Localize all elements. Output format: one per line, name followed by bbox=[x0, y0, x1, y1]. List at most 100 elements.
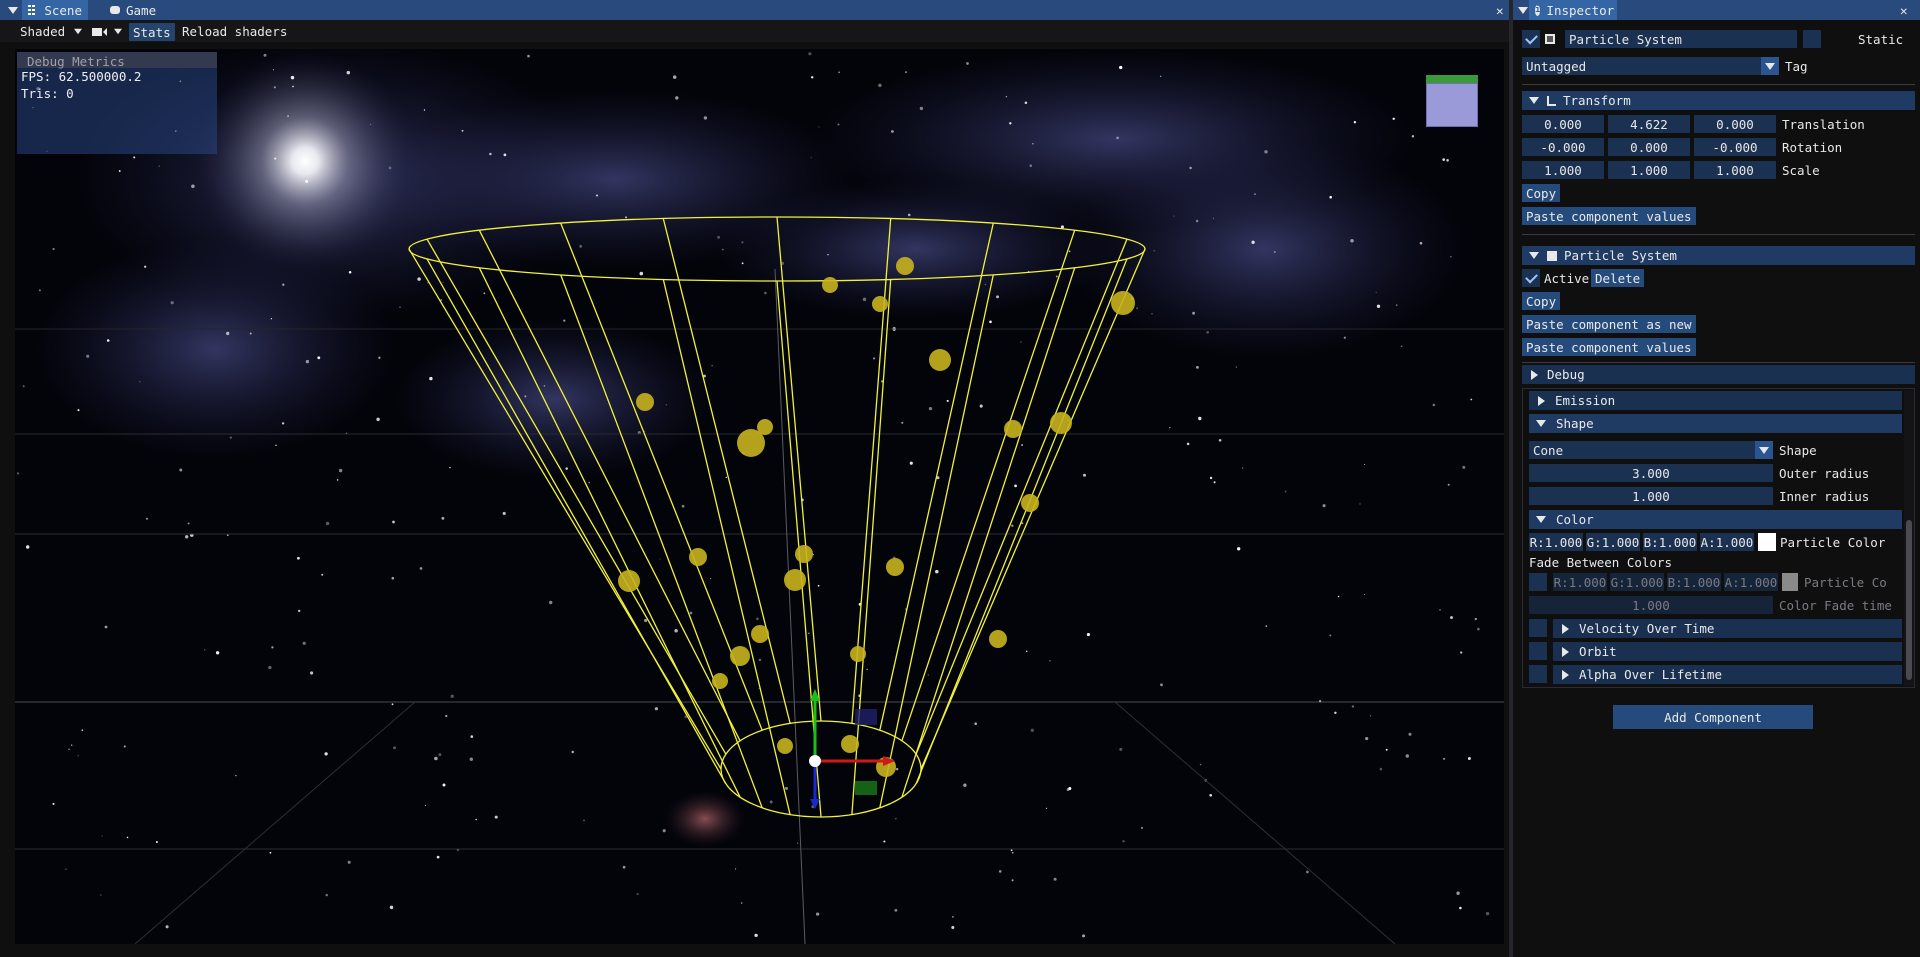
translation-z-field[interactable]: 0.000 bbox=[1694, 115, 1776, 133]
star bbox=[838, 71, 841, 74]
star bbox=[123, 745, 126, 748]
tab-scene[interactable]: Scene bbox=[22, 0, 88, 20]
star bbox=[77, 409, 80, 412]
object-enabled-checkbox[interactable] bbox=[1522, 30, 1540, 48]
particle-color2-label: Particle Co bbox=[1804, 574, 1887, 590]
color-g-field[interactable]: G:1.000 bbox=[1586, 533, 1640, 551]
stats-button[interactable]: Stats bbox=[129, 23, 175, 41]
translation-y-field[interactable]: 4.622 bbox=[1608, 115, 1690, 133]
star bbox=[810, 76, 814, 79]
star bbox=[1011, 879, 1014, 882]
color-swatch[interactable] bbox=[1758, 533, 1776, 551]
reload-shaders-button[interactable]: Reload shaders bbox=[178, 23, 291, 40]
star bbox=[862, 297, 867, 302]
tab-game[interactable]: Game bbox=[104, 0, 166, 20]
star bbox=[1439, 609, 1441, 611]
rotation-z-field[interactable]: -0.000 bbox=[1694, 138, 1776, 156]
static-label: Static bbox=[1858, 31, 1904, 47]
star bbox=[133, 156, 136, 159]
close-icon[interactable]: ✕ bbox=[1894, 0, 1914, 20]
scale-z-field[interactable]: 1.000 bbox=[1694, 161, 1776, 179]
paste-as-new-button[interactable]: Paste component as new bbox=[1522, 315, 1696, 333]
color2-b-field[interactable]: B:1.000 bbox=[1667, 573, 1721, 591]
star bbox=[22, 385, 25, 388]
transform-header[interactable]: Transform bbox=[1522, 91, 1915, 110]
camera-dropdown[interactable] bbox=[88, 23, 127, 40]
star bbox=[636, 892, 639, 896]
transform-copy-button[interactable]: Copy bbox=[1522, 184, 1561, 202]
particle bbox=[784, 569, 806, 591]
particle bbox=[896, 257, 914, 275]
star bbox=[837, 123, 840, 126]
star bbox=[263, 53, 267, 57]
color-b-field[interactable]: B:1.000 bbox=[1643, 533, 1697, 551]
delete-component-button[interactable]: Delete bbox=[1591, 269, 1645, 287]
shape-type-dropdown[interactable]: Cone bbox=[1529, 441, 1761, 459]
star bbox=[1365, 737, 1369, 741]
star bbox=[741, 262, 744, 265]
add-component-button[interactable]: Add Component bbox=[1613, 705, 1813, 729]
color-a-field[interactable]: A:1.000 bbox=[1700, 533, 1754, 551]
object-name-field[interactable]: Particle System bbox=[1565, 30, 1797, 48]
triangle-down-icon bbox=[8, 6, 18, 14]
tag-dropdown[interactable]: Untagged bbox=[1522, 57, 1768, 75]
orbit-header[interactable]: Orbit bbox=[1553, 642, 1902, 661]
star bbox=[489, 152, 492, 156]
star bbox=[588, 481, 590, 484]
scene-render[interactable] bbox=[15, 49, 1504, 944]
transform-paste-values-button[interactable]: Paste component values bbox=[1522, 207, 1696, 225]
particle bbox=[989, 630, 1007, 648]
emission-header-label: Emission bbox=[1555, 393, 1616, 408]
scene-viewport[interactable]: Debug Metrics FPS: 62.500000.2 Tris: 0 bbox=[15, 49, 1504, 944]
color2-g-field[interactable]: G:1.000 bbox=[1610, 573, 1664, 591]
color2-a-field[interactable]: A:1.000 bbox=[1724, 573, 1778, 591]
color-r-field[interactable]: R:1.000 bbox=[1529, 533, 1583, 551]
color-header[interactable]: Color bbox=[1529, 510, 1902, 529]
window-menu-button[interactable] bbox=[4, 0, 22, 20]
alpha-over-lifetime-checkbox[interactable] bbox=[1529, 665, 1547, 683]
camera-icon bbox=[92, 27, 102, 36]
inner-radius-field[interactable]: 1.000 bbox=[1529, 487, 1773, 505]
star bbox=[1045, 807, 1048, 810]
chevron-down-icon bbox=[74, 28, 83, 35]
star bbox=[271, 646, 274, 649]
scrollbar-thumb[interactable] bbox=[1906, 520, 1912, 680]
scale-y-field[interactable]: 1.000 bbox=[1608, 161, 1690, 179]
static-checkbox[interactable] bbox=[1803, 30, 1821, 48]
color-fade-time-field[interactable]: 1.000 bbox=[1529, 596, 1773, 614]
outer-radius-field[interactable]: 3.000 bbox=[1529, 464, 1773, 482]
debug-metrics-window[interactable]: Debug Metrics FPS: 62.500000.2 Tris: 0 bbox=[17, 52, 217, 154]
tag-dropdown-arrow[interactable] bbox=[1761, 57, 1779, 75]
alpha-over-lifetime-header[interactable]: Alpha Over Lifetime bbox=[1553, 665, 1902, 684]
velocity-over-time-header[interactable]: Velocity Over Time bbox=[1553, 619, 1902, 638]
close-icon[interactable]: ✕ bbox=[1490, 0, 1510, 20]
scale-x-field[interactable]: 1.000 bbox=[1522, 161, 1604, 179]
rotation-label: Rotation bbox=[1782, 139, 1843, 155]
star bbox=[1068, 250, 1071, 253]
shape-header[interactable]: Shape bbox=[1529, 414, 1902, 433]
shading-mode-dropdown[interactable]: Shaded bbox=[16, 23, 87, 40]
tab-inspector[interactable]: i Inspector bbox=[1529, 0, 1617, 20]
rotation-x-field[interactable]: -0.000 bbox=[1522, 138, 1604, 156]
star bbox=[571, 750, 574, 754]
star bbox=[1446, 159, 1449, 162]
shape-dropdown-arrow[interactable] bbox=[1755, 441, 1773, 459]
velocity-over-time-checkbox[interactable] bbox=[1529, 619, 1547, 637]
scrollbar[interactable] bbox=[1904, 390, 1914, 686]
star bbox=[26, 545, 30, 549]
star bbox=[659, 558, 661, 560]
particle-paste-values-button[interactable]: Paste component values bbox=[1522, 338, 1696, 356]
particle-copy-button[interactable]: Copy bbox=[1522, 292, 1561, 310]
debug-header[interactable]: Debug bbox=[1522, 365, 1915, 384]
fade-between-colors-checkbox[interactable] bbox=[1529, 573, 1547, 591]
rotation-y-field[interactable]: 0.000 bbox=[1608, 138, 1690, 156]
color2-r-field[interactable]: R:1.000 bbox=[1553, 573, 1607, 591]
active-checkbox[interactable] bbox=[1522, 269, 1540, 287]
color2-swatch[interactable] bbox=[1782, 573, 1798, 591]
particle-system-header[interactable]: Particle System bbox=[1522, 246, 1915, 265]
view-orientation-cube[interactable] bbox=[1426, 75, 1478, 127]
orbit-checkbox[interactable] bbox=[1529, 642, 1547, 660]
chevron-down-icon bbox=[1765, 62, 1775, 70]
emission-header[interactable]: Emission bbox=[1529, 391, 1902, 410]
translation-x-field[interactable]: 0.000 bbox=[1522, 115, 1604, 133]
